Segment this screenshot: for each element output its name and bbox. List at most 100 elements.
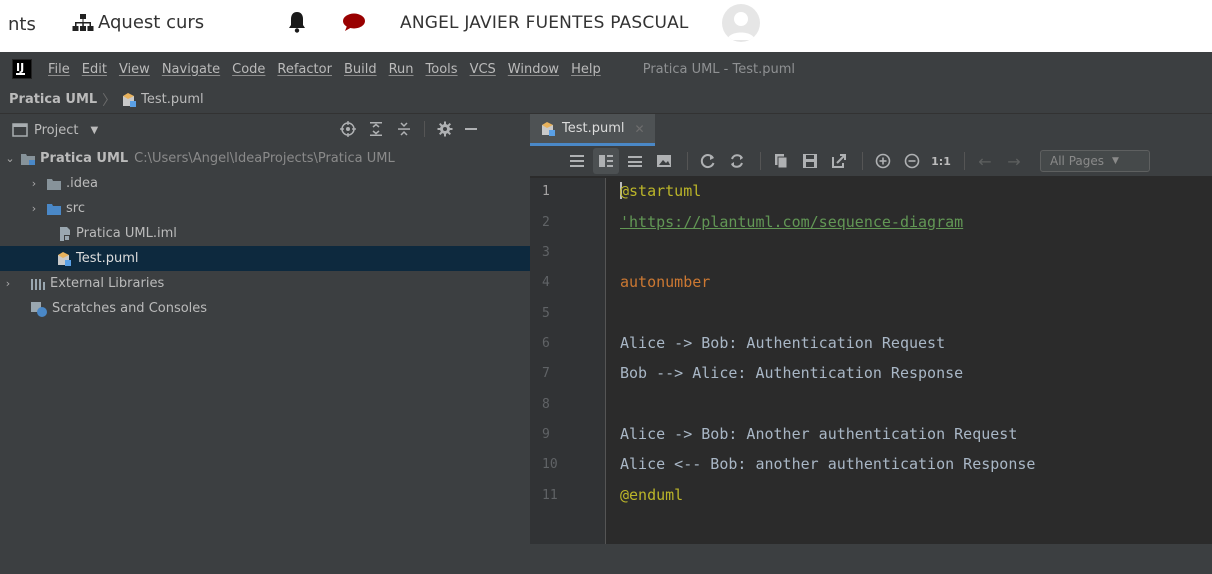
menu-refactor[interactable]: Refactor [277,62,332,77]
tree-item-scratches[interactable]: Scratches and Consoles [0,296,530,321]
tree-item-label: Scratches and Consoles [52,301,208,316]
menu-build[interactable]: Build [344,62,377,77]
line-gutter: 1 2 3 4 5 6 7 8 9 10 11 [530,178,605,544]
menu-code[interactable]: Code [232,62,265,77]
pages-value: All Pages [1050,154,1104,168]
chevron-down-icon: ▼ [1112,156,1119,166]
module-folder-icon [21,153,35,165]
code-line-11[interactable]: @enduml [620,486,683,504]
tree-item-label: Pratica UML.iml [76,226,177,241]
hide-panel-icon[interactable] [465,128,477,130]
toolbar-separator [760,152,761,170]
avatar-silhouette-icon [727,12,755,40]
scratches-icon [31,301,47,317]
menu-help[interactable]: Help [571,62,601,77]
source-folder-icon [47,203,61,215]
tree-item-label: Pratica UML [40,151,129,166]
tree-item-iml[interactable]: Pratica UML.iml [0,221,530,246]
close-icon[interactable]: ✕ [635,122,645,136]
line-number: 3 [542,245,550,260]
collapse-all-icon[interactable] [396,121,412,137]
menu-tools[interactable]: Tools [426,62,458,77]
split-editor-preview-icon[interactable] [593,148,619,174]
bell-icon[interactable] [287,10,307,34]
code-text: Alice -> Bob: Authentication Request [620,334,946,352]
tab-test-puml[interactable]: Test.puml ✕ [530,114,655,146]
course-label: Aquest curs [98,12,205,33]
tree-item-label: .idea [66,176,98,191]
menu-navigate[interactable]: Navigate [162,62,220,77]
editor-tabs: Test.puml ✕ [530,114,1212,146]
user-name[interactable]: ANGEL JAVIER FUENTES PASCUAL [400,13,689,33]
editor-area: Test.puml ✕ 1:1 ← → All Pages ▼ 1 2 3 4 … [530,114,1212,544]
window-title: Pratica UML - Test.puml [642,61,796,77]
chevron-right-icon[interactable]: › [28,202,40,215]
tree-item-test-puml[interactable]: Test.puml [0,246,530,271]
chevron-right-icon[interactable]: › [4,277,12,290]
code-line-1[interactable]: @startuml [620,182,701,200]
menu-file[interactable]: File [48,62,70,77]
save-icon[interactable] [797,148,823,174]
code-line-10[interactable]: Alice <-- Bob: another authentication Re… [620,455,1035,473]
editor-only-icon[interactable] [564,148,590,174]
toolbar-separator [687,152,688,170]
line-number: 10 [542,457,558,472]
chevron-right-icon[interactable]: › [28,177,40,190]
locate-target-icon[interactable] [340,121,356,137]
editor-toolbar: 1:1 ← → All Pages ▼ [530,146,1212,176]
zoom-out-icon[interactable] [899,148,925,174]
code-line-7[interactable]: Bob --> Alice: Authentication Response [620,364,963,382]
breadcrumb: Pratica UML 〉 Test.puml [0,86,1212,114]
sync-icon[interactable] [724,148,750,174]
menu-window[interactable]: Window [508,62,559,77]
gear-icon[interactable] [437,121,453,137]
image-icon[interactable] [651,148,677,174]
tree-item-idea[interactable]: › .idea [0,171,530,196]
chat-bubble-icon[interactable] [342,12,366,32]
expand-all-icon[interactable] [368,121,384,137]
tools-separator [424,121,425,137]
code-text: @startuml [620,182,702,200]
tree-item-label: Test.puml [76,251,139,266]
tree-item-label: src [66,201,85,216]
arrow-left-icon[interactable]: ← [972,148,998,174]
nav-fragment-text[interactable]: nts [8,14,36,35]
actual-size-button[interactable]: 1:1 [928,148,954,174]
line-number: 5 [542,306,550,321]
menu-edit[interactable]: Edit [82,62,107,77]
tree-item-src[interactable]: › src [0,196,530,221]
puml-file-icon [123,92,137,107]
code-text: autonumber [620,273,711,291]
open-external-icon[interactable] [826,148,852,174]
breadcrumb-file[interactable]: Test.puml [121,92,204,108]
zoom-in-icon[interactable] [870,148,896,174]
tree-item-external-libraries[interactable]: › External Libraries [0,271,530,296]
line-number: 11 [542,488,558,503]
code-text: 'https://plantuml.com/sequence-diagram [620,213,964,231]
line-number: 8 [542,397,550,412]
course-link[interactable]: Aquest curs [72,12,204,33]
user-avatar[interactable] [722,4,760,42]
menu-vcs[interactable]: VCS [470,62,496,77]
menu-run[interactable]: Run [389,62,414,77]
project-tree: ⌄ Pratica UML C:\Users\Angel\IdeaProject… [0,146,530,321]
preview-only-icon[interactable] [622,148,648,174]
breadcrumb-project[interactable]: Pratica UML [9,92,97,107]
menu-view[interactable]: View [119,62,150,77]
tree-item-project-root[interactable]: ⌄ Pratica UML C:\Users\Angel\IdeaProject… [0,146,530,171]
copy-icon[interactable] [768,148,794,174]
code-line-2[interactable]: 'https://plantuml.com/sequence-diagram [620,213,963,231]
code-line-9[interactable]: Alice -> Bob: Another authentication Req… [620,425,1017,443]
chevron-down-icon: ▼ [90,124,99,136]
pages-dropdown[interactable]: All Pages ▼ [1040,150,1150,172]
code-line-4[interactable]: autonumber [620,273,710,291]
libraries-icon [31,278,45,290]
arrow-right-icon[interactable]: → [1001,148,1027,174]
refresh-icon[interactable] [695,148,721,174]
gutter-border [605,178,606,544]
code-line-6[interactable]: Alice -> Bob: Authentication Request [620,334,945,352]
tree-item-path: C:\Users\Angel\IdeaProjects\Pratica UML [134,151,395,166]
line-number: 4 [542,275,550,290]
project-view-selector[interactable]: Project ▼ [12,123,98,138]
chevron-expanded-icon[interactable]: ⌄ [4,152,16,165]
